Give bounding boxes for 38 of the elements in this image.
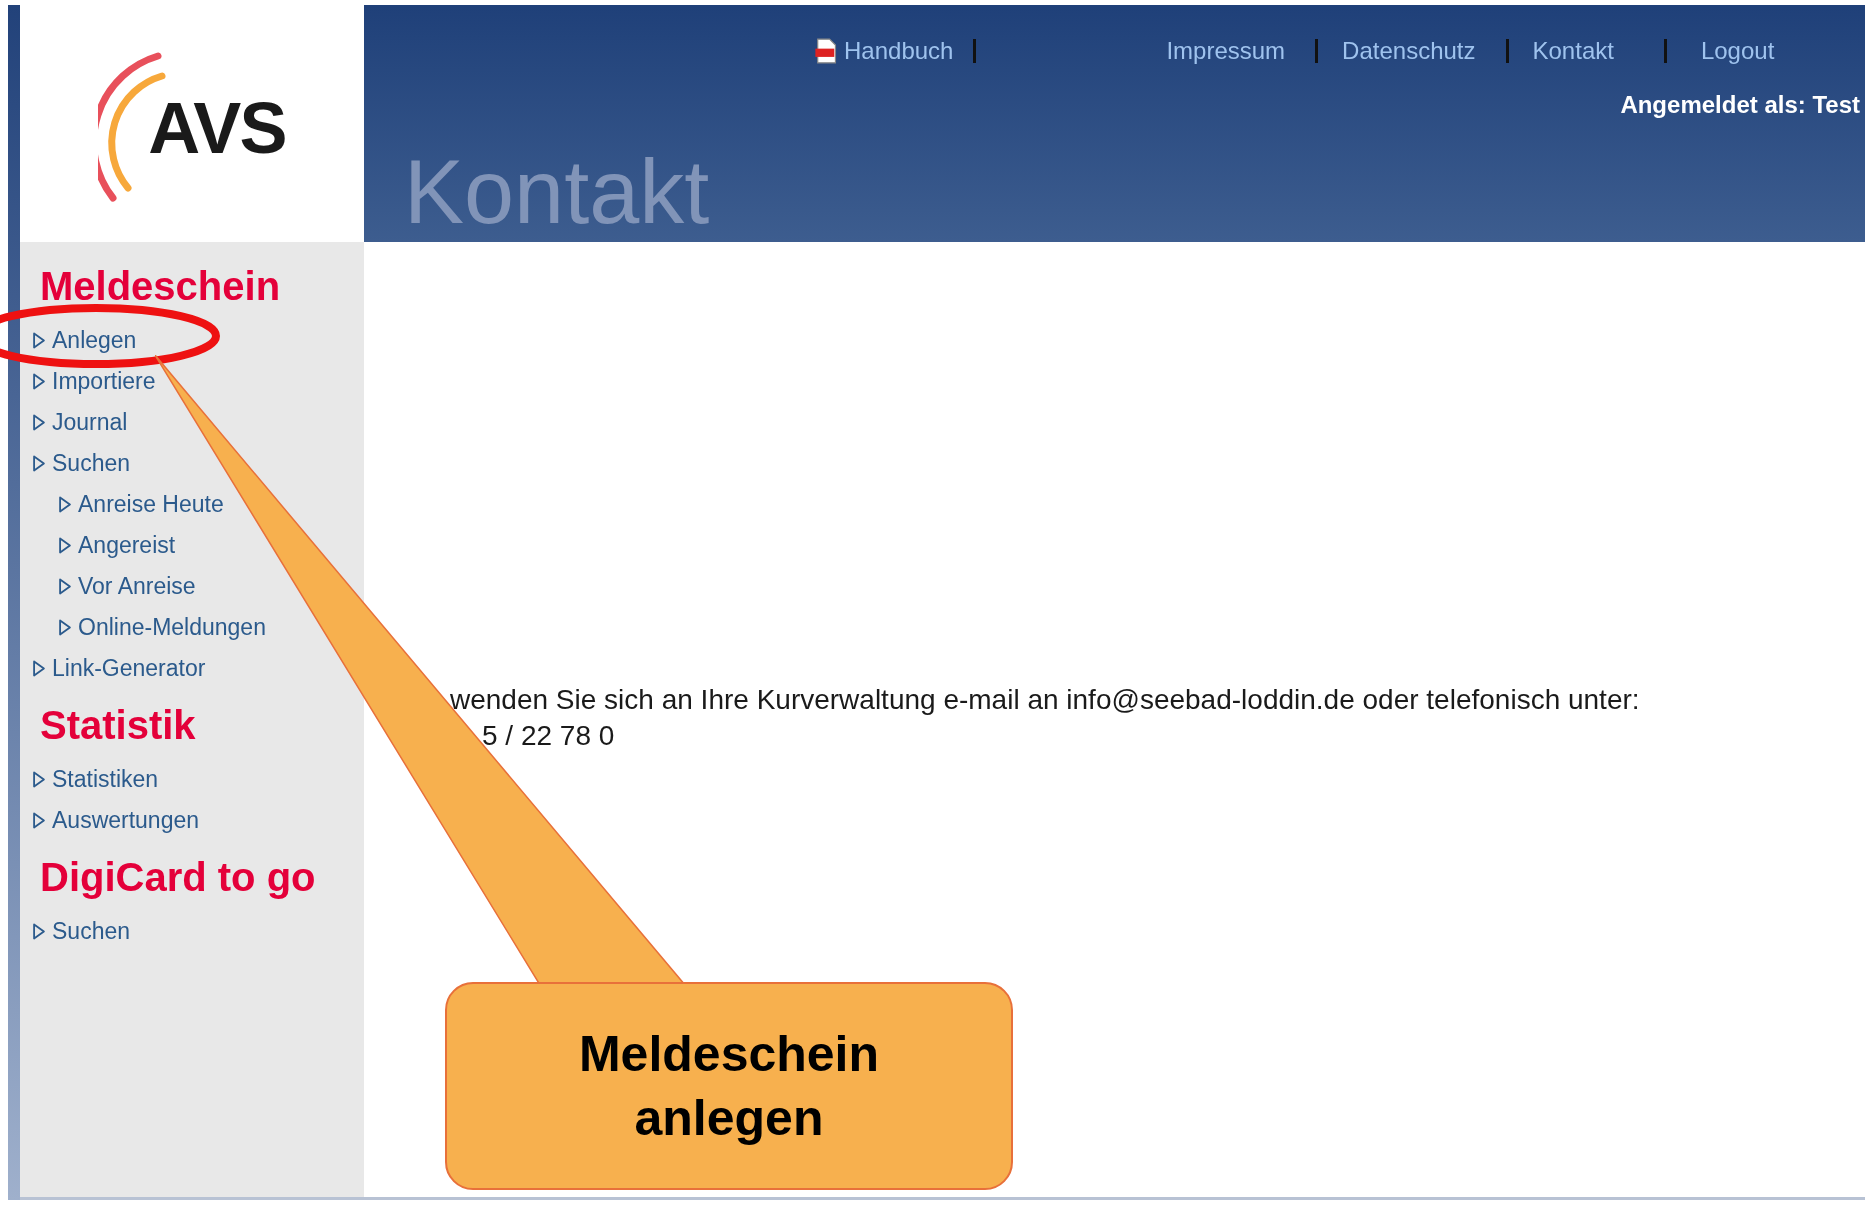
header-link[interactable]: Impressum <box>1166 33 1286 69</box>
callout-text: Meldeschein anlegen <box>577 1025 881 1148</box>
header-link[interactable]: Logout <box>1700 33 1775 69</box>
sidebar-link[interactable]: Journal <box>52 405 128 440</box>
sidebar-link[interactable]: Suchen <box>52 914 130 949</box>
triangle-icon <box>32 659 46 678</box>
sidebar-link[interactable]: Anreise Heute <box>78 487 224 522</box>
triangle-icon <box>32 811 46 830</box>
logo-text: AVS <box>148 87 286 170</box>
sidebar-link[interactable]: Statistiken <box>52 762 159 797</box>
triangle-icon <box>32 372 46 391</box>
sidebar-link[interactable]: Suchen <box>52 446 130 481</box>
section-heading: Statistik <box>39 703 197 749</box>
sidebar-link[interactable]: Angereist <box>78 528 176 563</box>
triangle-icon <box>32 413 46 432</box>
header-link[interactable]: Handbuch <box>844 33 954 69</box>
triangle-icon <box>32 454 46 473</box>
triangle-icon <box>58 577 72 596</box>
pdf-icon <box>814 38 838 64</box>
contact-text: 5 / 22 78 0 <box>481 719 616 753</box>
triangle-icon <box>58 495 72 514</box>
triangle-icon <box>32 922 46 941</box>
sidebar-link[interactable]: Auswertungen <box>52 803 200 838</box>
triangle-icon <box>32 770 46 789</box>
triangle-icon <box>58 618 72 637</box>
user-label: Angemeldet als: Test <box>1620 90 1860 120</box>
page-title: Kontakt <box>404 141 710 244</box>
header-link[interactable]: Datenschutz <box>1342 33 1476 69</box>
sidebar-link[interactable]: Online-Meldungen <box>78 610 266 645</box>
header-link[interactable]: Kontakt <box>1532 33 1614 69</box>
section-heading: DigiCard to go <box>39 855 317 901</box>
contact-text: wenden Sie sich an Ihre Kurverwaltung e-mail an info@seebad-loddin.de oder telefonisch unter: <box>450 683 1641 717</box>
triangle-icon <box>58 536 72 555</box>
section-heading: Meldeschein <box>39 264 282 310</box>
sidebar-link[interactable]: Importiere <box>52 364 156 399</box>
sidebar-link[interactable]: Vor Anreise <box>78 569 196 604</box>
sidebar-link[interactable]: Link-Generator <box>52 651 206 686</box>
triangle-icon <box>32 331 46 350</box>
